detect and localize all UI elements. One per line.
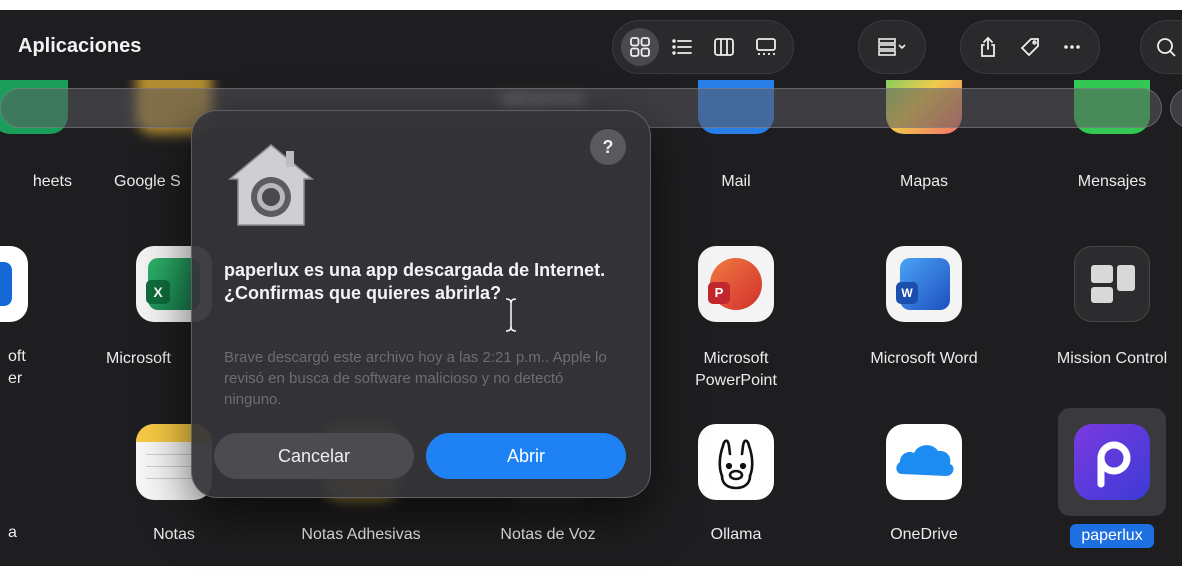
app-label: Microsoft Word — [870, 350, 978, 367]
app-label: Mission Control — [1056, 350, 1168, 367]
more-button[interactable] — [1053, 28, 1091, 66]
share-button[interactable] — [969, 28, 1007, 66]
app-item[interactable]: Mission Control — [1022, 246, 1182, 376]
word-app-icon: W — [886, 246, 962, 322]
app-item[interactable]: Ollama — [646, 424, 826, 554]
app-label: Mail — [721, 173, 751, 190]
app-label: OneDrive — [890, 526, 958, 543]
action-group — [960, 20, 1100, 74]
gatekeeper-dialog: ? paperlux es una app descargada de Inte… — [191, 110, 651, 498]
more-icon — [1064, 45, 1080, 49]
onedrive-app-icon — [886, 424, 962, 500]
share-icon — [981, 36, 995, 57]
gallery-view-icon — [756, 38, 776, 55]
ollama-app-icon — [698, 424, 774, 500]
search-icon — [1157, 38, 1176, 57]
group-button[interactable] — [867, 28, 917, 66]
app-label: Mapas — [899, 173, 949, 190]
help-button[interactable]: ? — [590, 129, 626, 165]
tag-icon — [1020, 38, 1039, 57]
app-item-selected[interactable]: paperlux — [1022, 408, 1182, 548]
grid-view-icon — [630, 37, 650, 57]
column-view-button[interactable] — [705, 28, 743, 66]
cancel-button[interactable]: Cancelar — [214, 433, 414, 479]
top-edge — [0, 0, 1182, 10]
group-menu — [858, 20, 926, 74]
app-label: Microsoft — [703, 350, 769, 367]
group-icon — [878, 38, 906, 56]
list-view-icon — [672, 39, 692, 55]
app-label: PowerPoint — [695, 372, 777, 389]
open-button[interactable]: Abrir — [426, 433, 626, 479]
bottom-edge — [0, 566, 1182, 578]
app-label: Ollama — [710, 526, 762, 543]
path-bar-text: Aplicaciones — [500, 90, 585, 107]
mission-control-app-icon — [1074, 246, 1150, 322]
paperlux-app-icon — [1074, 424, 1150, 500]
outlook-app-icon — [0, 246, 28, 322]
tag-button[interactable] — [1011, 28, 1049, 66]
security-house-icon — [227, 144, 315, 226]
app-label: Notas — [153, 526, 195, 543]
finder-window: Aplicaciones Aplicaciones heets Google S… — [0, 0, 1182, 578]
powerpoint-app-icon: P — [698, 246, 774, 322]
app-item[interactable]: P Microsoft PowerPoint — [646, 246, 826, 389]
app-label: Mensajes — [1077, 173, 1147, 190]
app-label: Notas Adhesivas — [301, 526, 421, 543]
window-title: Aplicaciones — [18, 35, 142, 57]
list-view-button[interactable] — [663, 28, 701, 66]
app-label: a — [8, 524, 17, 541]
gallery-view-button[interactable] — [747, 28, 785, 66]
text-cursor-icon — [505, 298, 517, 332]
app-label: Notas de Voz — [500, 526, 596, 543]
grid-view-button[interactable] — [621, 28, 659, 66]
app-item[interactable]: W Microsoft Word — [834, 246, 1014, 376]
app-label-selected: paperlux — [1070, 524, 1154, 548]
dialog-title: paperlux es una app descargada de Intern… — [224, 260, 606, 303]
view-switcher — [612, 20, 794, 74]
toolbar: Aplicaciones — [0, 10, 1182, 80]
app-label: er — [8, 370, 23, 387]
app-label: oft — [8, 348, 26, 365]
column-view-icon — [714, 38, 734, 56]
dialog-body: Brave descargó este archivo hoy a las 2:… — [224, 349, 607, 408]
search-button[interactable] — [1140, 20, 1182, 74]
app-item[interactable]: OneDrive — [834, 424, 1014, 554]
